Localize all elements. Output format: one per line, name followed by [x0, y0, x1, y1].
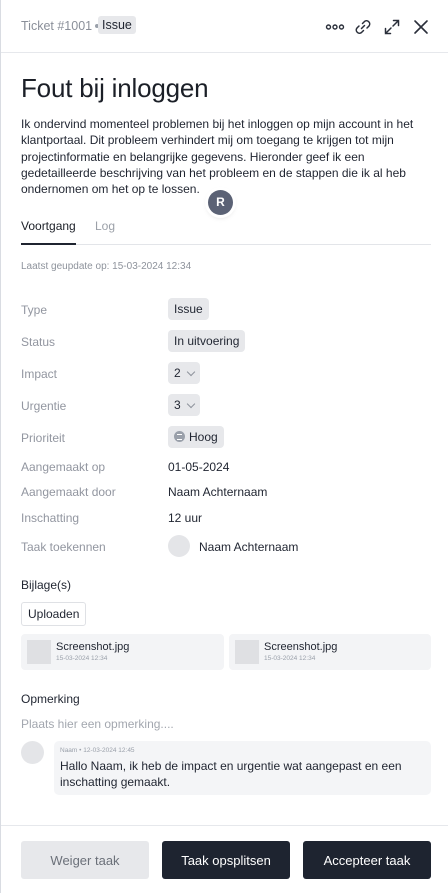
tab-log[interactable]: Log [95, 219, 115, 245]
reject-task-button[interactable]: Weiger taak [21, 841, 149, 879]
urgency-label: Urgentie [21, 399, 67, 413]
assignee-avatar[interactable] [168, 535, 190, 557]
ticket-header: Ticket #1001 Issue [1, 0, 448, 53]
tab-bar: Voortgang Log [21, 217, 431, 245]
ticket-panel: Ticket #1001 Issue Fout bij inloggen Ik … [0, 0, 448, 893]
estimate-label: Inschatting [21, 511, 80, 525]
estimate-value: 12 uur [168, 511, 203, 525]
ticket-id-text: Ticket #1001 [21, 19, 93, 33]
type-label: Type [21, 303, 48, 317]
assignee-name[interactable]: Naam Achternaam [199, 540, 298, 554]
status-select[interactable]: In uitvoering [168, 330, 246, 352]
impact-select[interactable]: 2 [168, 362, 200, 384]
priority-icon [174, 431, 185, 443]
urgency-value: 3 [174, 398, 181, 412]
split-task-button[interactable]: Taak opsplitsen [162, 841, 290, 879]
user-avatar[interactable]: R [208, 190, 233, 215]
comment-item: Naam • 12-03-2024 12:45 Hallo Naam, ik h… [54, 741, 431, 795]
chevron-down-icon [186, 368, 195, 377]
priority-label: Prioriteit [21, 431, 66, 445]
attachment-card[interactable]: Screenshot.jpg 15-03-2024 12:34 [229, 634, 431, 670]
impact-value: 2 [174, 366, 181, 380]
file-name: Screenshot.jpg [264, 641, 338, 653]
more-icon[interactable] [324, 16, 346, 38]
impact-label: Impact [21, 367, 58, 381]
attachments-title: Bijlage(s) [21, 578, 72, 592]
comment-title: Opmerking [21, 692, 80, 706]
type-chip: Issue [168, 298, 209, 320]
attachment-card[interactable]: Screenshot.jpg 15-03-2024 12:34 [21, 634, 224, 670]
ticket-id: Ticket #1001 [21, 19, 103, 33]
ticket-description: Ik ondervind momenteel problemen bij het… [21, 117, 414, 197]
file-thumbnail [27, 640, 51, 664]
ticket-title: Fout bij inloggen [21, 73, 209, 103]
created-on-value: 01-05-2024 [168, 460, 230, 474]
file-name: Screenshot.jpg [56, 641, 130, 653]
status-label: Status [21, 335, 56, 349]
close-icon[interactable] [410, 16, 432, 38]
last-updated: Laatst geupdate op: 15-03-2024 12:34 [21, 261, 192, 272]
file-date: 15-03-2024 12:34 [56, 655, 108, 662]
accept-task-button[interactable]: Accepteer taak [303, 841, 431, 879]
expand-icon[interactable] [381, 16, 403, 38]
file-date: 15-03-2024 12:34 [264, 655, 316, 662]
upload-button[interactable]: Uploaden [21, 602, 87, 626]
created-by-label: Aangemaakt door [21, 485, 116, 499]
commenter-avatar [21, 741, 44, 764]
created-by-value: Naam Achternaam [168, 485, 268, 499]
comment-meta: Naam • 12-03-2024 12:45 [60, 747, 135, 754]
comment-text: Hallo Naam, ik heb de impact en urgentie… [60, 759, 402, 789]
action-footer: Weiger taak Taak opsplitsen Accepteer ta… [1, 825, 448, 893]
urgency-select[interactable]: 3 [168, 394, 200, 416]
ticket-type-chip: Issue [98, 16, 136, 34]
comment-input[interactable] [21, 715, 431, 733]
created-on-label: Aangemaakt op [21, 460, 106, 474]
link-icon[interactable] [352, 16, 374, 38]
chevron-down-icon [186, 400, 195, 409]
priority-select[interactable]: Hoog [168, 426, 224, 449]
file-thumbnail [235, 640, 259, 664]
priority-value: Hoog [189, 430, 218, 444]
tab-voortgang[interactable]: Voortgang [21, 219, 76, 245]
assign-label: Taak toekennen [21, 540, 106, 554]
